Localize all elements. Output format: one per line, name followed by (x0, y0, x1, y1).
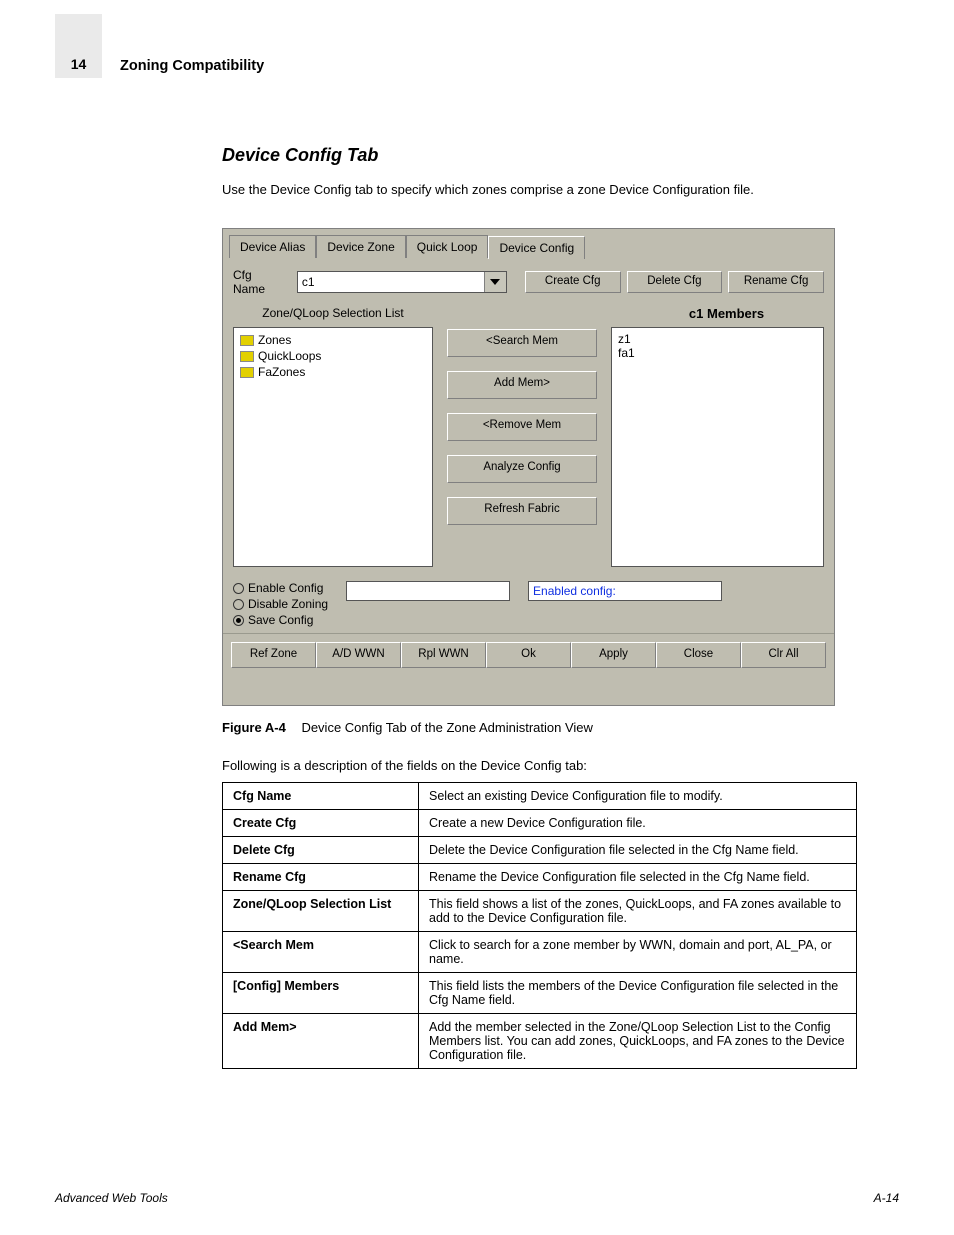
enable-config-radio[interactable]: Enable Config (233, 581, 328, 595)
refresh-fabric-button[interactable]: Refresh Fabric (447, 497, 597, 525)
table-row: Cfg NameSelect an existing Device Config… (223, 783, 857, 810)
radio-icon (233, 615, 244, 626)
field-desc: Select an existing Device Configuration … (419, 783, 857, 810)
list-item[interactable]: z1 (618, 332, 817, 346)
table-intro: Following is a description of the fields… (222, 758, 587, 773)
table-row: Delete CfgDelete the Device Configuratio… (223, 837, 857, 864)
dialog-button-bar: Ref Zone A/D WWN Rpl WWN Ok Apply Close … (223, 633, 834, 676)
rpl-wwn-button[interactable]: Rpl WWN (401, 642, 486, 668)
field-name: Rename Cfg (223, 864, 419, 891)
screenshot-figure: Device Alias Device Zone Quick Loop Devi… (222, 228, 835, 706)
section-title: Device Config Tab (222, 145, 378, 166)
figure-caption: Figure A-4 Device Config Tab of the Zone… (222, 720, 593, 735)
tab-bar: Device Alias Device Zone Quick Loop Devi… (223, 229, 834, 258)
members-header: c1 Members (629, 306, 824, 321)
members-list[interactable]: z1 fa1 (611, 327, 824, 567)
close-button[interactable]: Close (656, 642, 741, 668)
tree-label: Zones (258, 333, 291, 347)
figure-number: Figure A-4 (222, 720, 286, 735)
cfg-name-input[interactable] (298, 272, 484, 292)
tree-item-quickloops[interactable]: QuickLoops (240, 348, 426, 364)
tree-label: FaZones (258, 365, 305, 379)
tree-item-zones[interactable]: Zones (240, 332, 426, 348)
page-header-topic: Zoning Compatibility (120, 58, 264, 74)
apply-button[interactable]: Apply (571, 642, 656, 668)
field-name: [Config] Members (223, 973, 419, 1014)
table-row: Zone/QLoop Selection ListThis field show… (223, 891, 857, 932)
refresh-label: Refresh Fabric (484, 503, 559, 515)
remove-mem-button[interactable]: <Remove Mem (447, 413, 597, 441)
figure-title: Device Config Tab of the Zone Administra… (301, 720, 592, 735)
field-desc: Rename the Device Configuration file sel… (419, 864, 857, 891)
section-intro: Use the Device Config tab to specify whi… (222, 180, 862, 200)
folder-icon (240, 351, 254, 362)
rename-cfg-button[interactable]: Rename Cfg (728, 271, 824, 293)
zone-selection-header: Zone/QLoop Selection List (233, 306, 433, 321)
ad-wwn-button[interactable]: A/D WWN (316, 642, 401, 668)
field-name: Zone/QLoop Selection List (223, 891, 419, 932)
search-mem-button[interactable]: <Search Mem (447, 329, 597, 357)
delete-cfg-button[interactable]: Delete Cfg (627, 271, 723, 293)
search-mem-label: <Search Mem (486, 335, 558, 347)
disable-zoning-radio[interactable]: Disable Zoning (233, 597, 328, 611)
config-name-field[interactable] (346, 581, 510, 601)
radio-label: Disable Zoning (248, 597, 328, 611)
tab-device-zone[interactable]: Device Zone (316, 235, 405, 258)
table-row: Create CfgCreate a new Device Configurat… (223, 810, 857, 837)
save-config-radio[interactable]: Save Config (233, 613, 328, 627)
tree-label: QuickLoops (258, 349, 321, 363)
page-number: 14 (55, 56, 102, 72)
tab-device-alias[interactable]: Device Alias (229, 235, 316, 258)
transfer-buttons: <Search Mem Add Mem> <Remove Mem Analyze… (447, 329, 597, 525)
chevron-down-icon[interactable] (484, 272, 506, 292)
radio-label: Enable Config (248, 581, 323, 595)
footer-right: A-14 (874, 1191, 899, 1205)
create-cfg-button[interactable]: Create Cfg (525, 271, 621, 293)
field-name: Create Cfg (223, 810, 419, 837)
page-footer: Advanced Web Tools A-14 (55, 1191, 899, 1205)
add-mem-label: Add Mem> (494, 377, 550, 389)
tab-quick-loop[interactable]: Quick Loop (406, 235, 489, 258)
field-desc: Add the member selected in the Zone/QLoo… (419, 1014, 857, 1069)
add-mem-button[interactable]: Add Mem> (447, 371, 597, 399)
field-desc: This field lists the members of the Devi… (419, 973, 857, 1014)
table-row: [Config] MembersThis field lists the mem… (223, 973, 857, 1014)
field-name: Delete Cfg (223, 837, 419, 864)
field-description-table: Cfg NameSelect an existing Device Config… (222, 782, 857, 1069)
tab-device-config[interactable]: Device Config (488, 236, 585, 259)
field-desc: Click to search for a zone member by WWN… (419, 932, 857, 973)
enabled-config-label: Enabled config: (533, 584, 616, 598)
ok-button[interactable]: Ok (486, 642, 571, 668)
folder-icon (240, 367, 254, 378)
cfg-toolbar: Cfg Name Create Cfg Delete Cfg Rename Cf… (223, 258, 834, 302)
clr-all-button[interactable]: Clr All (741, 642, 826, 668)
remove-mem-label: <Remove Mem (483, 419, 561, 431)
analyze-label: Analyze Config (483, 461, 560, 473)
footer-left: Advanced Web Tools (55, 1191, 168, 1205)
analyze-config-button[interactable]: Analyze Config (447, 455, 597, 483)
zone-selection-list[interactable]: Zones QuickLoops FaZones (233, 327, 433, 567)
field-name: Cfg Name (223, 783, 419, 810)
cfg-name-combo[interactable] (297, 271, 507, 293)
ref-zone-button[interactable]: Ref Zone (231, 642, 316, 668)
radio-icon (233, 599, 244, 610)
folder-icon (240, 335, 254, 346)
field-name: <Search Mem (223, 932, 419, 973)
table-row: Add Mem>Add the member selected in the Z… (223, 1014, 857, 1069)
zone-admin-dialog: Device Alias Device Zone Quick Loop Devi… (222, 228, 835, 706)
radio-label: Save Config (248, 613, 313, 627)
tree-item-fazones[interactable]: FaZones (240, 364, 426, 380)
field-desc: This field shows a list of the zones, Qu… (419, 891, 857, 932)
table-row: Rename CfgRename the Device Configuratio… (223, 864, 857, 891)
list-item[interactable]: fa1 (618, 346, 817, 360)
field-desc: Create a new Device Configuration file. (419, 810, 857, 837)
table-row: <Search MemClick to search for a zone me… (223, 932, 857, 973)
radio-icon (233, 583, 244, 594)
enabled-config-field: Enabled config: (528, 581, 722, 601)
field-name: Add Mem> (223, 1014, 419, 1069)
page-number-tab: 14 (55, 14, 102, 78)
cfg-name-label: Cfg Name (233, 268, 287, 296)
field-desc: Delete the Device Configuration file sel… (419, 837, 857, 864)
